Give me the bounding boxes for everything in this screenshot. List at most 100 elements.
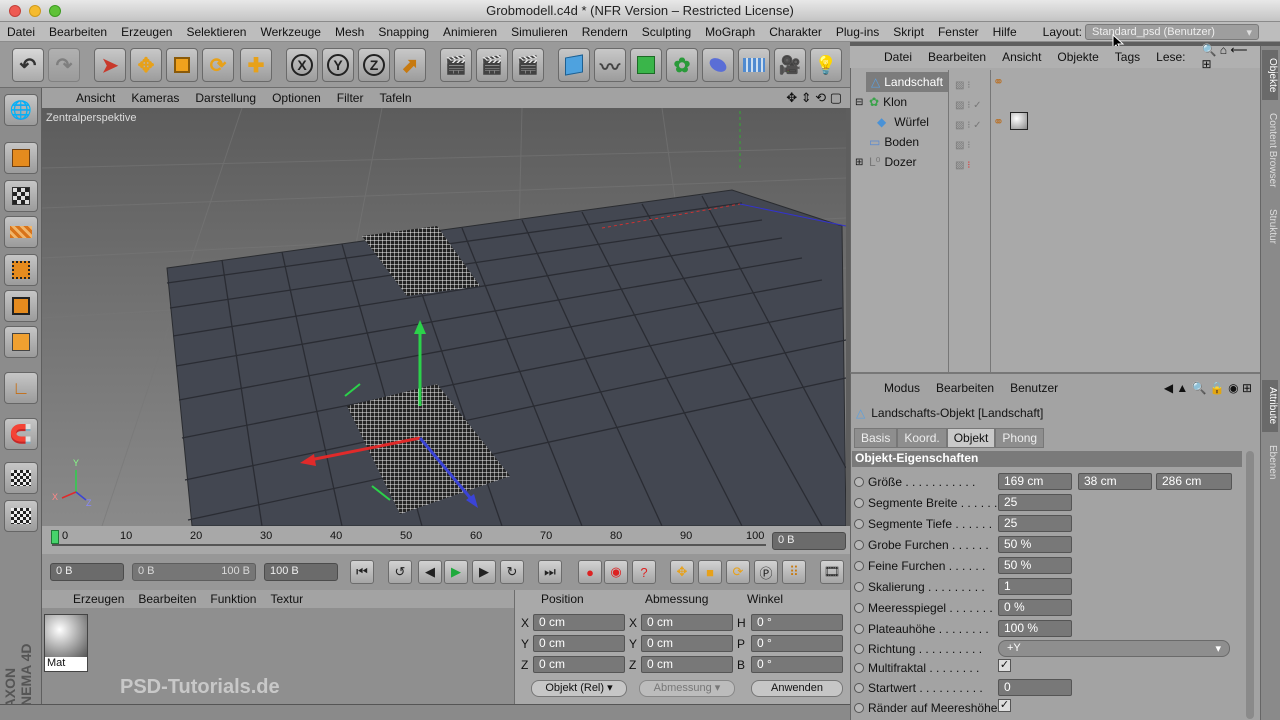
viewport-nav-icons[interactable]: ✥ ⇕ ⟲ ▢ (778, 90, 850, 106)
animate-dot[interactable] (854, 602, 864, 613)
mograph-cloner-button[interactable]: ✿ (666, 48, 698, 82)
menu-mesh[interactable]: Mesh (328, 25, 371, 39)
richtung-dropdown[interactable]: +Y ▾ (998, 640, 1230, 657)
rot-p-field[interactable]: 0 ° (751, 635, 843, 652)
object-row-boden[interactable]: ▭ Boden (855, 132, 919, 152)
coord-mode-dropdown[interactable]: Objekt (Rel) ▾ (531, 680, 627, 697)
apply-button[interactable]: Anwenden (751, 680, 843, 697)
object-row-dozer[interactable]: ⊞ L⁰ Dozer (855, 152, 917, 172)
vp-menu-ansicht[interactable]: Ansicht (68, 91, 123, 105)
spline-button[interactable]: 〰 (594, 48, 626, 82)
edges-mode-button[interactable] (4, 290, 38, 322)
animate-dot[interactable] (854, 497, 864, 508)
tab-objekt[interactable]: Objekt (946, 428, 996, 448)
3d-viewport[interactable]: Zentralperspektive Y X Z (42, 108, 846, 526)
animate-dot[interactable] (854, 643, 864, 654)
goto-start-button[interactable]: ⏮ (350, 560, 374, 584)
mat-menu-erzeugen[interactable]: Erzeugen (66, 592, 131, 606)
attr-scrollbar[interactable] (1246, 451, 1254, 719)
floor-object-button[interactable] (738, 48, 770, 82)
transform-tool-button[interactable]: ✚ (240, 48, 272, 82)
end-frame-field[interactable]: 100 B (264, 563, 338, 581)
vp-menu-tafeln[interactable]: Tafeln (371, 91, 419, 105)
step-forward-button[interactable]: ▶ (472, 560, 496, 584)
groesse-x-field[interactable]: 169 cm (998, 473, 1072, 490)
keyframe-selection-button[interactable]: ? (632, 560, 656, 584)
vp-menu-darstellung[interactable]: Darstellung (187, 91, 264, 105)
planar-workplane-button[interactable] (4, 500, 38, 532)
render-view-button[interactable]: 🎬 (440, 48, 472, 82)
y-axis-lock-button[interactable]: Y (322, 48, 354, 82)
attr-menu-modus[interactable]: Modus (876, 381, 928, 395)
side-tab-struktur[interactable]: Struktur (1262, 202, 1278, 252)
menu-bearbeiten[interactable]: Bearbeiten (42, 25, 114, 39)
obj-menu-bearbeiten[interactable]: Bearbeiten (920, 50, 994, 64)
side-tab-ebenen[interactable]: Ebenen (1262, 440, 1278, 484)
object-row-wuerfel[interactable]: ◆ Würfel (877, 112, 929, 132)
menu-charakter[interactable]: Charakter (762, 25, 829, 39)
attr-toolbar-icons[interactable]: ◀ ▲ 🔍 🔒 ◉ ⊞ (1164, 381, 1260, 395)
material-swatch[interactable]: Mat (44, 614, 88, 672)
side-tab-objekte[interactable]: Objekte (1262, 50, 1278, 100)
attr-menu-bearbeiten[interactable]: Bearbeiten (928, 381, 1002, 395)
texture-mode-button[interactable] (4, 180, 38, 212)
timeline-window-button[interactable]: 🎞 (820, 560, 844, 584)
polygons-mode-button[interactable] (4, 326, 38, 358)
animate-dot[interactable] (854, 623, 864, 634)
start-frame-field[interactable]: 0 B (50, 563, 124, 581)
plateauhoehe-field[interactable]: 100 % (998, 620, 1072, 637)
obj-toolbar-icons[interactable]: 🔍 ⌂ ⟵ ⊞ (1194, 43, 1261, 71)
groesse-y-field[interactable]: 38 cm (1078, 473, 1152, 490)
tab-basis[interactable]: Basis (854, 428, 898, 448)
material-tag-icon[interactable] (1010, 112, 1028, 130)
grobe-furchen-field[interactable]: 50 % (998, 536, 1072, 553)
animate-dot[interactable] (854, 702, 864, 713)
preview-range-field[interactable]: 0 B 100 B (132, 563, 256, 581)
mat-menu-bearbeiten[interactable]: Bearbeiten (131, 592, 203, 606)
obj-menu-ansicht[interactable]: Ansicht (994, 50, 1049, 64)
obj-menu-lesezeichen[interactable]: Lese: (1148, 50, 1193, 64)
step-back-button[interactable]: ◀ (418, 560, 442, 584)
feine-furchen-field[interactable]: 50 % (998, 557, 1072, 574)
key-pla-button[interactable]: ⠿ (782, 560, 806, 584)
animate-dot[interactable] (854, 662, 864, 673)
render-picture-viewer-button[interactable]: 🎬 (476, 48, 508, 82)
groesse-z-field[interactable]: 286 cm (1156, 473, 1232, 490)
object-row-klon[interactable]: ⊟ ✿ Klon (855, 92, 907, 112)
menu-animieren[interactable]: Animieren (436, 25, 504, 39)
mat-menu-textur[interactable]: Textur (263, 592, 310, 606)
side-tab-attribute[interactable]: Attribute (1262, 380, 1278, 432)
scale-tool-button[interactable] (166, 48, 198, 82)
x-axis-lock-button[interactable]: X (286, 48, 318, 82)
animate-dot[interactable] (854, 560, 864, 571)
undo-button[interactable]: ↶ (12, 48, 44, 82)
obj-menu-datei[interactable]: Datei (876, 50, 920, 64)
startwert-field[interactable]: 0 (998, 679, 1072, 696)
snapping-button[interactable]: 🧲 (4, 418, 38, 450)
tab-koord[interactable]: Koord. (897, 428, 947, 448)
prev-key-button[interactable]: ↺ (388, 560, 412, 584)
workplane-lock-button[interactable] (4, 462, 38, 494)
editable-mode-button[interactable]: 🌐 (4, 94, 38, 126)
vp-menu-optionen[interactable]: Optionen (264, 91, 329, 105)
expand-icon[interactable]: ⊞ (855, 157, 869, 168)
workplane-mode-button[interactable] (4, 216, 38, 248)
attr-menu-benutzer[interactable]: Benutzer (1002, 381, 1066, 395)
animate-dot[interactable] (854, 518, 864, 529)
vp-menu-kameras[interactable]: Kameras (123, 91, 187, 105)
raender-checkbox[interactable]: ✓ (998, 699, 1011, 712)
size-x-field[interactable]: 0 cm (641, 614, 733, 631)
goto-end-button[interactable]: ⏭ (538, 560, 562, 584)
menu-plugins[interactable]: Plug-ins (829, 25, 886, 39)
pos-y-field[interactable]: 0 cm (533, 635, 625, 652)
play-button[interactable]: ▶ (444, 560, 468, 584)
menu-datei[interactable]: Datei (0, 25, 42, 39)
select-tool-button[interactable]: ➤ (94, 48, 126, 82)
animate-dot[interactable] (854, 476, 864, 487)
side-tab-content-browser[interactable]: Content Browser (1262, 104, 1278, 196)
record-button[interactable]: ● (578, 560, 602, 584)
animate-dot[interactable] (854, 539, 864, 550)
menu-rendern[interactable]: Rendern (575, 25, 635, 39)
section-header[interactable]: Objekt-Eigenschaften (852, 451, 1242, 467)
axis-mode-button[interactable]: ∟ (4, 372, 38, 404)
